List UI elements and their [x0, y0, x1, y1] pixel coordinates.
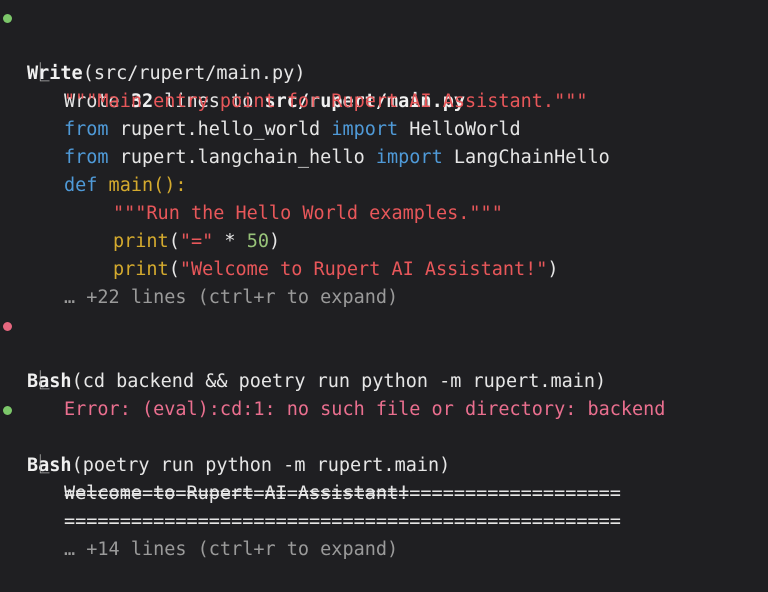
paren: (: [168, 259, 180, 280]
function-call: print: [113, 259, 169, 280]
output-separator: ========================================…: [64, 511, 621, 532]
keyword: from: [64, 147, 109, 168]
import-name: LangChainHello: [442, 147, 610, 168]
import-name: HelloWorld: [398, 119, 521, 140]
error-message: Error: (eval):cd:1: no such file or dire…: [64, 399, 666, 420]
keyword: def: [64, 175, 98, 196]
bash-error-line: ⎿ Error: (eval):cd:1: no such file or di…: [0, 340, 665, 420]
write-result-line: ⎿ Wrote 32 lines to src/rupert/main.py: [0, 32, 465, 112]
string-literal: "Welcome to Rupert AI Assistant!": [179, 259, 548, 280]
code-line-2: from rupert.hello_world import HelloWorl…: [0, 88, 521, 140]
expand-hint[interactable]: … +22 lines (ctrl+r to expand): [0, 256, 398, 308]
paren: ): [547, 259, 559, 280]
module-name: rupert.hello_world: [108, 119, 332, 140]
bash-output-line: ========================================…: [0, 480, 621, 532]
code-line-1: """Main entry point for Rupert AI Assist…: [0, 60, 587, 112]
code-line-4: def main():: [0, 144, 187, 196]
success-dot-icon: [3, 406, 12, 415]
bash-output-line: ⎿ ======================================…: [0, 424, 621, 504]
write-tool-header: Write(src/rupert/main.py): [0, 4, 305, 84]
code-line-7: print("Welcome to Rupert AI Assistant!"): [0, 228, 559, 280]
keyword: from: [64, 119, 109, 140]
number-literal: 50: [246, 231, 269, 252]
tool-argument: (src/rupert/main.py): [82, 63, 306, 84]
string-literal: "=": [179, 231, 214, 252]
keyword: import: [375, 147, 443, 168]
error-dot-icon: [3, 322, 12, 331]
code-line-5: """Run the Hello World examples.""": [0, 172, 503, 224]
function-def: main():: [97, 175, 187, 196]
operator: *: [213, 231, 247, 252]
terminal-output: Write(src/rupert/main.py) ⎿ Wrote 32 lin…: [0, 0, 768, 560]
bash-tool-header: Bash(cd backend && poetry run python -m …: [0, 312, 606, 392]
module-name: rupert.langchain_hello: [108, 147, 376, 168]
bash-output-line: Welcome to Rupert AI Assistant!: [0, 452, 409, 504]
paren: (: [168, 231, 180, 252]
tool-argument: (poetry run python -m rupert.main): [71, 455, 451, 476]
bash-tool-header: Bash(poetry run python -m rupert.main): [0, 396, 450, 476]
code-line-3: from rupert.langchain_hello import LangC…: [0, 116, 610, 168]
keyword: import: [331, 119, 399, 140]
paren: ): [268, 231, 281, 252]
tool-argument: (cd backend && poetry run python -m rupe…: [71, 371, 607, 392]
expand-hint-text: … +22 lines (ctrl+r to expand): [64, 287, 399, 308]
docstring: """Run the Hello World examples.""": [113, 203, 503, 224]
function-call: print: [113, 231, 169, 252]
output-text: Welcome to Rupert AI Assistant!: [64, 483, 410, 504]
expand-hint-text: … +14 lines (ctrl+r to expand): [64, 539, 399, 560]
result-gutter-icon: ⎿: [31, 371, 50, 392]
expand-hint[interactable]: … +14 lines (ctrl+r to expand): [0, 508, 398, 560]
docstring: """Main entry point for Rupert AI Assist…: [64, 91, 588, 112]
success-dot-icon: [3, 14, 12, 23]
code-line-6: print("=" * 50): [0, 200, 280, 252]
